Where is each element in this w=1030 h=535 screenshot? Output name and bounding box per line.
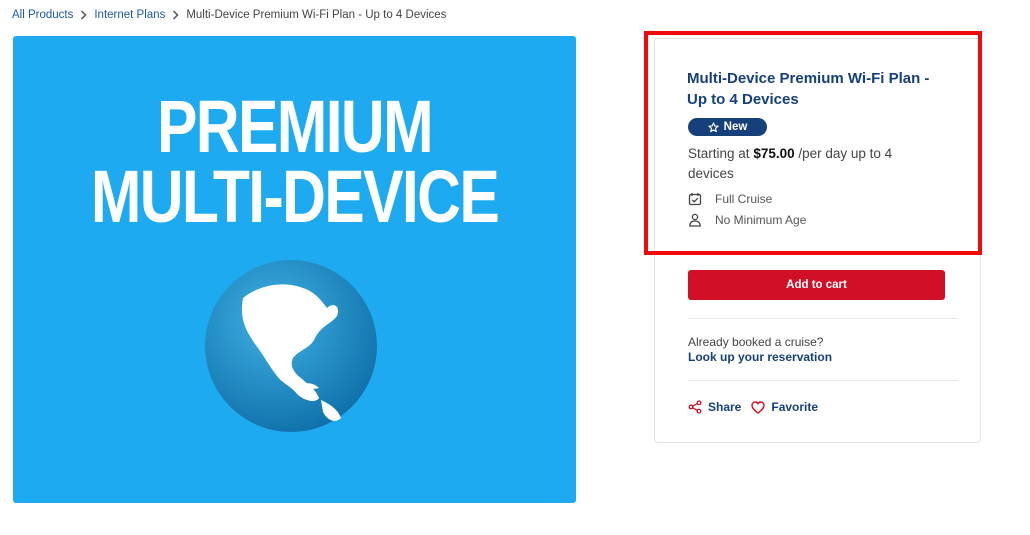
add-to-cart-button[interactable]: Add to cart [688,270,945,300]
lookup-reservation-link[interactable]: Look up your reservation [688,350,832,364]
feature-duration-label: Full Cruise [715,192,773,206]
person-icon [688,213,702,227]
breadcrumb: All Products Internet Plans Multi-Device… [12,9,446,21]
share-label: Share [708,400,742,414]
feature-age-label: No Minimum Age [715,213,807,227]
product-title: Multi-Device Premium Wi-Fi Plan - Up to … [687,70,930,108]
breadcrumb-link-all-products[interactable]: All Products [12,9,73,21]
share-icon [688,400,702,414]
breadcrumb-link-internet-plans[interactable]: Internet Plans [94,9,165,21]
heart-icon [751,400,766,414]
calendar-check-icon [688,192,702,206]
divider [688,380,958,381]
price-value: $75.00 [753,146,795,161]
chevron-right-icon [172,10,179,20]
globe-icon [205,260,377,432]
favorite-label: Favorite [771,400,819,414]
status-badge: New [688,118,767,136]
star-outline-icon [708,121,719,132]
reservation-question: Already booked a cruise? [688,335,824,349]
product-price: Starting at $75.00 /per day up to 4 devi… [688,144,928,184]
divider [688,318,958,319]
feature-duration: Full Cruise [688,192,772,206]
product-image-title-line2: MULTI-DEVICE [90,155,500,238]
status-badge-label: New [723,121,748,133]
favorite-button[interactable]: Favorite [751,400,818,414]
product-actions: Share Favorite [688,400,818,414]
breadcrumb-current: Multi-Device Premium Wi-Fi Plan - Up to … [186,9,447,21]
feature-age: No Minimum Age [688,213,806,227]
product-image: PREMIUM MULTI-DEVICE [13,36,576,503]
price-prefix: Starting at [688,146,750,161]
share-button[interactable]: Share [688,400,741,414]
chevron-right-icon [80,10,87,20]
